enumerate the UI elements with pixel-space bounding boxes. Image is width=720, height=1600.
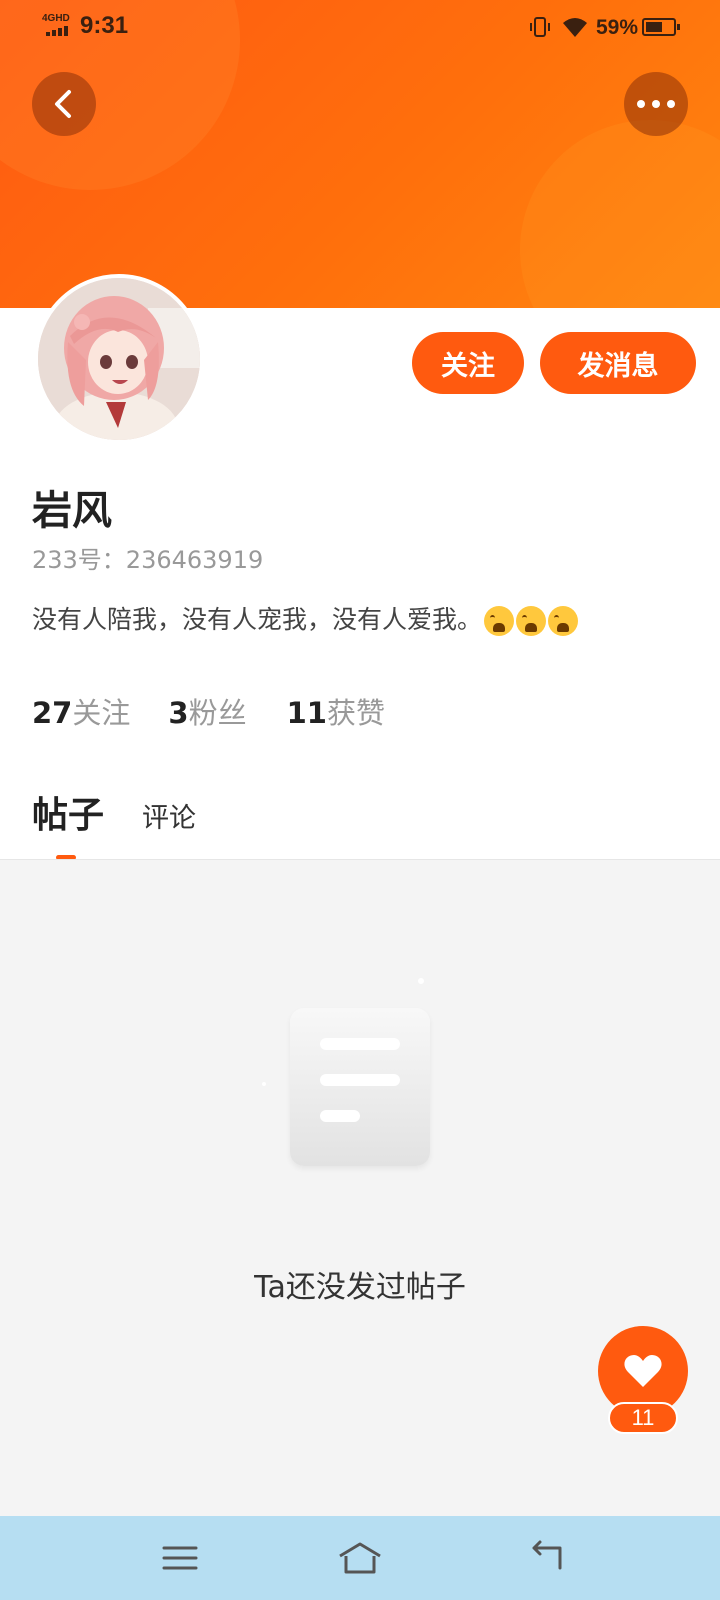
back-arrow-icon[interactable]: [526, 1538, 570, 1578]
tab-posts[interactable]: 帖子: [32, 786, 104, 838]
more-button[interactable]: [624, 72, 688, 136]
avatar-image: [38, 278, 200, 440]
menu-icon[interactable]: [158, 1538, 202, 1578]
like-count-badge: 11: [608, 1402, 678, 1434]
clock: 9:31: [80, 12, 129, 39]
stat-likes[interactable]: 11获赞: [287, 690, 385, 732]
banner-decoration: [520, 120, 720, 308]
home-icon[interactable]: [338, 1538, 382, 1578]
divider: [0, 859, 720, 860]
following-label: 关注: [72, 696, 131, 730]
bio-text: 没有人陪我，没有人宠我，没有人爱我。: [32, 605, 483, 634]
wifi-icon: [563, 18, 587, 37]
signal-icon: [46, 26, 68, 36]
sparkle-decoration: [418, 978, 424, 984]
empty-document-icon: [290, 1008, 430, 1166]
battery-icon: [642, 18, 680, 36]
heart-icon: [624, 1355, 662, 1387]
user-name: 岩风: [32, 488, 112, 534]
send-message-button[interactable]: 发消息: [540, 332, 696, 394]
vibrate-icon: [530, 17, 550, 37]
tab-comments[interactable]: 评论: [142, 796, 196, 835]
sparkle-decoration: [262, 1082, 266, 1086]
battery-percent: 59%: [596, 16, 639, 39]
more-dots-icon: [637, 100, 675, 108]
empty-state-text: Ta还没发过帖子: [254, 1270, 466, 1305]
crying-face-icon: [548, 606, 579, 636]
stat-fans[interactable]: 3粉丝: [168, 690, 246, 732]
likes-count: 11: [286, 696, 327, 730]
chevron-left-icon: [55, 90, 71, 118]
stat-following[interactable]: 27关注: [32, 690, 130, 732]
follow-button[interactable]: 关注: [412, 332, 524, 394]
user-id: 233号：236463919: [32, 546, 264, 574]
likes-label: 获赞: [326, 696, 385, 730]
back-button[interactable]: [32, 72, 96, 136]
crying-face-icon: [484, 606, 515, 636]
network-type: 4GHD: [42, 13, 70, 24]
following-count: 27: [32, 696, 73, 730]
fans-count: 3: [168, 696, 189, 730]
user-bio: 没有人陪我，没有人宠我，没有人爱我。: [32, 600, 579, 636]
fans-label: 粉丝: [188, 696, 247, 730]
system-nav-bar: [0, 1516, 720, 1600]
avatar[interactable]: [34, 274, 204, 444]
profile-stats: 27关注 3粉丝 11获赞: [32, 690, 385, 732]
crying-face-icon: [516, 606, 547, 636]
status-bar: 4GHD 9:31 59%: [0, 0, 720, 56]
